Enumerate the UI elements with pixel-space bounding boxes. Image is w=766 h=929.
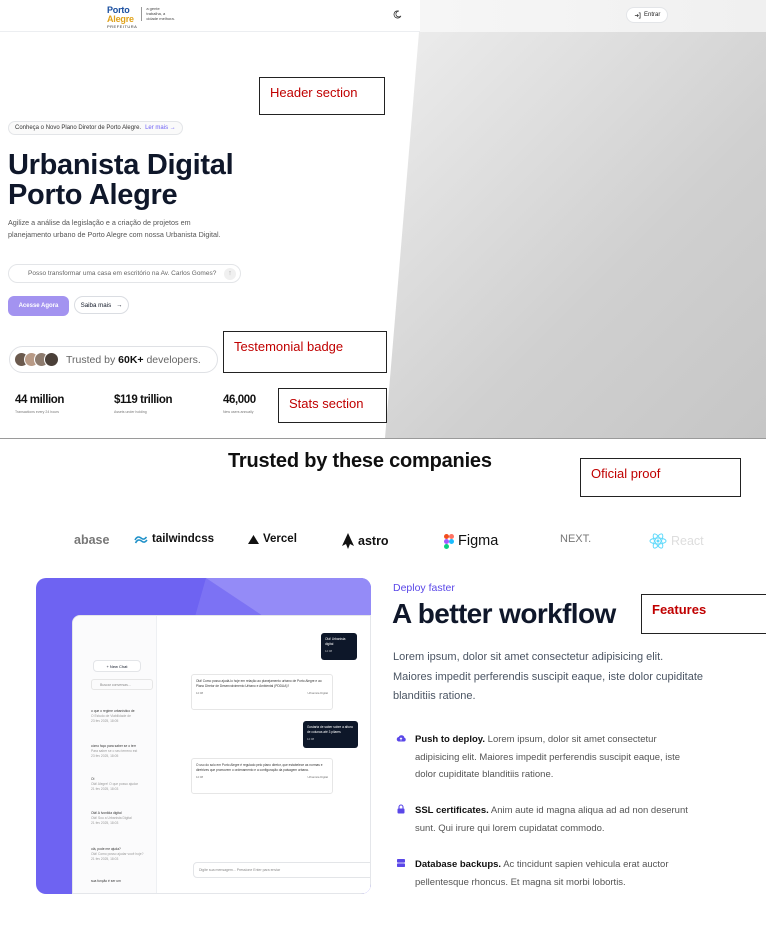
announcement-text: Conheça o Novo Plano Diretor de Porto Al… (15, 125, 142, 131)
stat-label: Assets under holding (114, 410, 147, 414)
annotation-header: Header section (259, 77, 385, 115)
tailwind-icon (134, 535, 148, 543)
learn-more-label: Saiba mais (80, 301, 112, 309)
enter-button[interactable]: Entrar (626, 7, 669, 23)
hero-title-line-1: Urbanista Digital (8, 149, 234, 181)
testimonial-badge: Trusted by 60K+ developers. (9, 346, 218, 373)
login-icon (634, 12, 641, 18)
company-logos: abase tailwindcss Vercel astro Figma NEX… (0, 525, 766, 557)
tailwind-logo: tailwindcss (134, 533, 214, 545)
feature-name: SSL certificates. (415, 805, 489, 816)
features-kicker: Deploy faster (393, 582, 455, 594)
feature-name: Push to deploy. (415, 734, 486, 745)
access-now-button[interactable]: Acesse Agora (8, 296, 69, 316)
section-divider (0, 438, 766, 439)
annotation-badge: Testemonial badge (223, 331, 387, 373)
new-chat-button[interactable]: + New Chat (93, 660, 141, 672)
read-more-link[interactable]: Ler mais → (145, 125, 176, 131)
avatar (44, 352, 59, 367)
astro-logo: astro (342, 533, 389, 549)
chat-app-window: + New Chat Buscar conversas... o que o r… (72, 615, 371, 894)
composer-placeholder: Digite sua mensagem... Pressione Enter p… (199, 868, 281, 872)
react-icon (649, 533, 667, 549)
user-message: Olá! Urbanista digital 12:08 (321, 633, 357, 660)
search-placeholder: Posso transformar uma casa em escritório… (28, 270, 217, 277)
assistant-message: O uso do solo em Porto Alegre é regulado… (191, 758, 333, 794)
conversation-search-input[interactable]: Buscar conversas... (91, 679, 153, 690)
stat-label: New users annually (223, 410, 254, 414)
hero-title-line-2: Porto Alegre (8, 179, 178, 211)
annotation-proof: Oficial proof (580, 458, 741, 497)
badge-text: Trusted by 60K+ developers. (66, 353, 201, 366)
message-composer[interactable]: Digite sua mensagem... Pressione Enter p… (193, 862, 370, 878)
cloud-upload-icon (396, 735, 406, 742)
server-icon (397, 859, 405, 867)
announcement-pill[interactable]: Conheça o Novo Plano Diretor de Porto Al… (8, 121, 183, 135)
porto-alegre-logo[interactable]: Porto Alegre PREFEITURA a gente trabalha… (107, 6, 176, 29)
stat-value: 44 million (15, 394, 65, 406)
enter-label: Entrar (644, 12, 661, 18)
astro-icon (342, 533, 354, 549)
app-screenshot-panel: + New Chat Buscar conversas... o que o r… (36, 578, 371, 894)
learn-more-button[interactable]: Saiba mais → (74, 296, 129, 314)
chat-sidebar: + New Chat Buscar conversas... o que o r… (73, 616, 157, 893)
hero-search-input[interactable]: Posso transformar uma casa em escritório… (8, 264, 241, 283)
hero-title: Urbanista Digital Porto Alegre (8, 149, 234, 211)
avatar-group (14, 352, 59, 367)
figma-icon (444, 533, 454, 549)
annotation-features: Features (641, 594, 766, 634)
hero-description: Agilize a análise da legislação e a cria… (8, 218, 221, 239)
chat-item[interactable]: cómo faço para saber se o terr Para saber… (91, 744, 137, 759)
chat-item[interactable]: sua função é ser um (91, 879, 121, 884)
moon-icon[interactable] (393, 10, 402, 19)
logo-tagline: a gente trabalha, a cidade melhora. (146, 6, 175, 21)
stat-users: 46,000 New users annually (223, 394, 256, 414)
stat-assets: $119 trillion Assets under holding (114, 394, 172, 414)
stat-transactions: 44 million Transactions every 24 hours (15, 394, 64, 414)
stat-value: 46,000 (223, 394, 256, 406)
logo-subtitle: PREFEITURA (107, 24, 138, 29)
lock-icon (397, 804, 405, 814)
vercel-icon (248, 534, 259, 544)
stat-value: $119 trillion (114, 394, 173, 406)
landing-page: Porto Alegre PREFEITURA a gente trabalha… (0, 0, 766, 929)
logo-line-2: Alegre (107, 14, 134, 24)
figma-logo: Figma (444, 533, 498, 549)
vercel-logo: Vercel (248, 533, 297, 545)
nextjs-logo: NEXT. (560, 533, 592, 545)
features-title: A better workflow (392, 598, 616, 629)
stat-label: Transactions every 24 hours (15, 410, 60, 414)
chat-item[interactable]: Olá! A Ivonilda digital Olá! Sou a Urbani… (91, 811, 132, 826)
annotation-stats: Stats section (278, 388, 387, 423)
user-message: Gostaria de saber sobre a altura de colu… (303, 721, 358, 748)
send-icon[interactable]: ↑ (224, 268, 236, 280)
trusted-title: Trusted by these companies (228, 450, 492, 472)
react-logo: React (649, 533, 704, 549)
hero-image-placeholder (385, 32, 766, 438)
features-description: Lorem ipsum, dolor sit amet consectetur … (393, 651, 703, 703)
chat-item[interactable]: olá, pode me ajuda? Olá! Como posso ajuda… (91, 847, 143, 862)
supabase-logo: abase (74, 533, 110, 547)
assistant-message: Olá! Como posso ajudá-lo hoje em relação… (191, 674, 333, 710)
arrow-right-icon: → (116, 301, 123, 309)
chat-item[interactable]: Oi Olá! Alegre! O que posso ajudar 21 fev … (91, 777, 138, 792)
chat-item[interactable]: o que o regime urbanístico de O Estudo de… (91, 709, 135, 724)
logo-divider (141, 7, 143, 21)
feature-name: Database backups. (415, 859, 502, 870)
nav-shade (420, 0, 766, 32)
top-navigation: Porto Alegre PREFEITURA a gente trabalha… (0, 0, 766, 32)
